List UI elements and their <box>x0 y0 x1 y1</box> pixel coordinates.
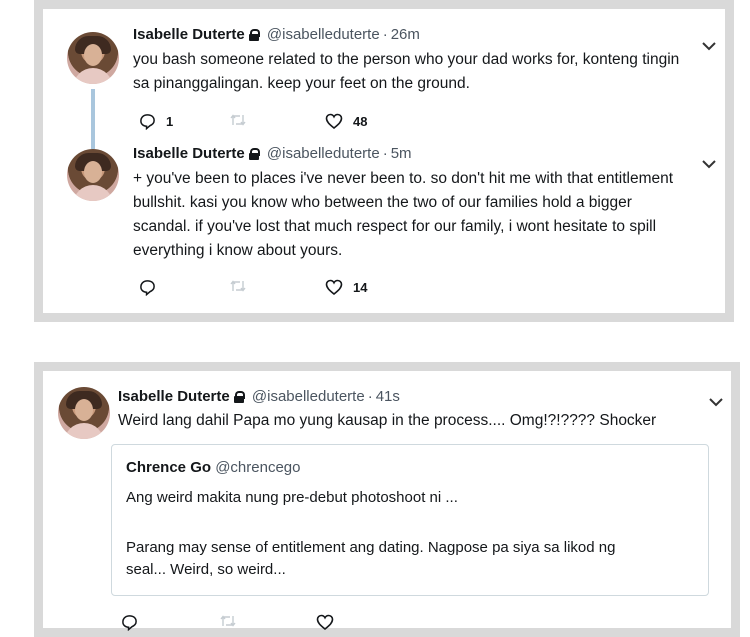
thread-line <box>91 89 95 149</box>
tweet-header: Isabelle Duterte @isabelleduterte · 26m <box>133 26 420 43</box>
retweet-button[interactable] <box>219 614 237 628</box>
tweet-text-line: Weird lang dahil Papa mo yung kausap in … <box>118 412 657 429</box>
quoted-text-line: Parang may sense of entitlement ang dati… <box>126 539 616 556</box>
username[interactable]: @isabelleduterte <box>252 388 365 405</box>
avatar[interactable] <box>67 32 119 84</box>
reply-count: 1 <box>166 114 174 129</box>
lock-icon <box>248 29 260 41</box>
separator-dot: · <box>382 145 388 162</box>
quoted-text-line: seal... Weird, so weird... <box>126 561 286 578</box>
tweet-header: Isabelle Duterte @isabelleduterte · 41s <box>118 388 400 405</box>
avatar[interactable] <box>58 387 110 439</box>
heart-icon <box>325 279 343 295</box>
avatar[interactable] <box>67 149 119 201</box>
reply-button[interactable]: 1 <box>139 113 173 130</box>
display-name[interactable]: Isabelle Duterte <box>118 388 230 405</box>
quoted-tweet[interactable]: Chrence Go @chrencego Ang weird makita n… <box>111 444 709 596</box>
quoted-text-line: Ang weird makita nung pre-debut photosho… <box>126 489 458 506</box>
tweet-header: Isabelle Duterte @isabelleduterte · 5m <box>133 145 412 162</box>
avatar-shoulder <box>64 423 104 439</box>
reply-button[interactable] <box>139 279 156 296</box>
timestamp[interactable]: 41s <box>376 388 400 405</box>
lock-icon <box>233 391 245 403</box>
username[interactable]: @isabelleduterte <box>267 145 380 162</box>
reply-icon <box>140 114 155 130</box>
retweet-button[interactable] <box>229 113 247 127</box>
display-name[interactable]: Isabelle Duterte <box>133 26 245 43</box>
tweet-text: you bash someone related to the person w… <box>133 48 679 96</box>
quoted-display-name[interactable]: Chrence Go <box>126 459 211 476</box>
tweet-actions: 1 48 <box>139 113 439 133</box>
retweet-button[interactable] <box>229 279 247 293</box>
tweet-text-line: everything i know about yours. <box>133 242 343 259</box>
chevron-down-icon[interactable] <box>702 160 718 170</box>
like-button[interactable]: 14 <box>325 279 367 295</box>
tweet-text-line: bullshit. kasi you know who between the … <box>133 194 632 211</box>
separator-dot: · <box>382 26 388 43</box>
tweet-actions <box>121 614 421 634</box>
tweet-text-line: + you've been to places i've never been … <box>133 170 674 187</box>
avatar-face <box>84 161 102 183</box>
display-name[interactable]: Isabelle Duterte <box>133 145 245 162</box>
avatar-face <box>84 44 102 66</box>
like-button[interactable]: 48 <box>325 113 367 129</box>
like-button[interactable] <box>316 614 334 630</box>
like-count: 14 <box>353 279 368 295</box>
timestamp[interactable]: 5m <box>391 145 412 162</box>
tweet-card: Isabelle Duterte @isabelleduterte · 41s We… <box>34 362 740 637</box>
avatar-shoulder <box>73 185 113 201</box>
tweet-actions: 14 <box>139 279 439 299</box>
retweet-icon <box>230 114 246 126</box>
avatar-shoulder <box>73 68 113 84</box>
tweet-text: Weird lang dahil Papa mo yung kausap in … <box>118 409 656 433</box>
tweet-text: + you've been to places i've never been … <box>133 167 673 263</box>
reply-icon <box>122 615 137 631</box>
quoted-tweet-header: Chrence Go @chrencego <box>126 459 300 476</box>
chevron-down-icon[interactable] <box>709 398 725 408</box>
separator-dot: · <box>367 388 373 405</box>
tweet-thread-card: Isabelle Duterte @isabelleduterte · 26m yo… <box>34 0 734 322</box>
avatar-face <box>75 399 93 421</box>
quoted-username[interactable]: @chrencego <box>215 459 300 476</box>
heart-icon <box>316 614 334 630</box>
retweet-icon <box>230 280 246 292</box>
chevron-down-icon[interactable] <box>702 42 718 52</box>
tweet-text-line: you bash someone related to the person w… <box>133 51 680 68</box>
reply-icon <box>140 280 155 296</box>
username[interactable]: @isabelleduterte <box>267 26 380 43</box>
timestamp[interactable]: 26m <box>391 26 420 43</box>
heart-icon <box>325 113 343 129</box>
tweet-text-line: scandal. if you've lost that much respec… <box>133 218 657 235</box>
reply-button[interactable] <box>121 614 138 631</box>
lock-icon <box>248 148 260 160</box>
like-count: 48 <box>353 113 368 129</box>
tweet-text-line: sa pinanggalingan. keep your feet on the… <box>133 75 470 92</box>
retweet-icon <box>220 615 236 627</box>
